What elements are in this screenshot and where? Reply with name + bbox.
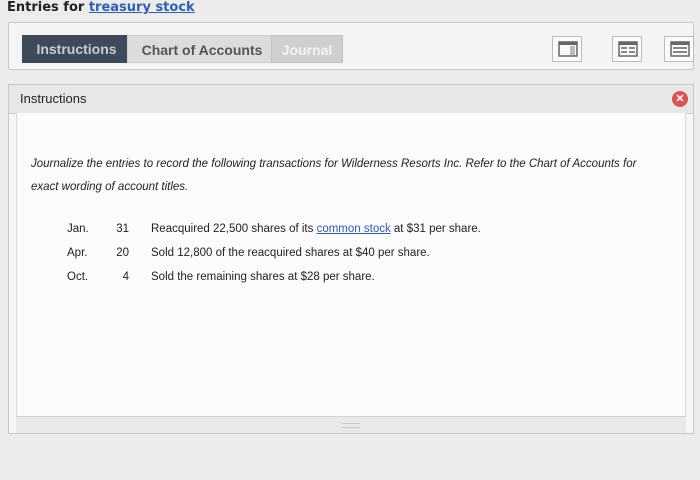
list-view-icon (670, 41, 690, 57)
transaction-description: Reacquired 22,500 shares of its common s… (151, 223, 481, 235)
split-view-button[interactable] (612, 36, 642, 62)
panel-header: Instructions ✕ (9, 85, 693, 114)
transaction-description: Sold the remaining shares at $28 per sha… (151, 271, 375, 283)
instructions-panel: Instructions ✕ Journalize the entries to… (8, 84, 694, 434)
panel-title: Instructions (20, 91, 87, 106)
tab-chart-of-accounts[interactable]: Chart of Accounts (127, 35, 277, 63)
transaction-month: Oct. (67, 271, 89, 283)
page-title-prefix: Entries for (7, 0, 89, 15)
split-view-icon (618, 41, 638, 57)
panel-body: Journalize the entries to record the fol… (16, 113, 686, 417)
treasury-stock-link[interactable]: treasury stock (89, 0, 195, 15)
instructions-line-1: Journalize the entries to record the fol… (31, 158, 637, 170)
resize-handle[interactable] (16, 416, 686, 433)
common-stock-link[interactable]: common stock (317, 223, 391, 235)
toolbar: Instructions Chart of Accounts Journal (8, 22, 694, 70)
single-panel-view-icon (558, 41, 578, 57)
transaction-day: 4 (122, 271, 129, 283)
list-view-button[interactable] (664, 36, 694, 62)
single-panel-view-button[interactable] (552, 36, 582, 62)
instructions-text: Journalize the entries to record the fol… (31, 153, 671, 199)
grip-icon (342, 423, 360, 428)
transaction-day: 31 (116, 223, 129, 235)
transaction-month: Apr. (67, 247, 88, 259)
transaction-description: Sold 12,800 of the reacquired shares at … (151, 247, 430, 259)
tab-instructions[interactable]: Instructions (22, 35, 131, 63)
instructions-line-2: exact wording of account titles. (31, 181, 189, 193)
tab-journal[interactable]: Journal (271, 35, 343, 63)
close-icon[interactable]: ✕ (672, 91, 688, 107)
page-title: Entries for treasury stock (7, 0, 195, 15)
transaction-month: Jan. (67, 223, 89, 235)
transaction-day: 20 (116, 247, 129, 259)
